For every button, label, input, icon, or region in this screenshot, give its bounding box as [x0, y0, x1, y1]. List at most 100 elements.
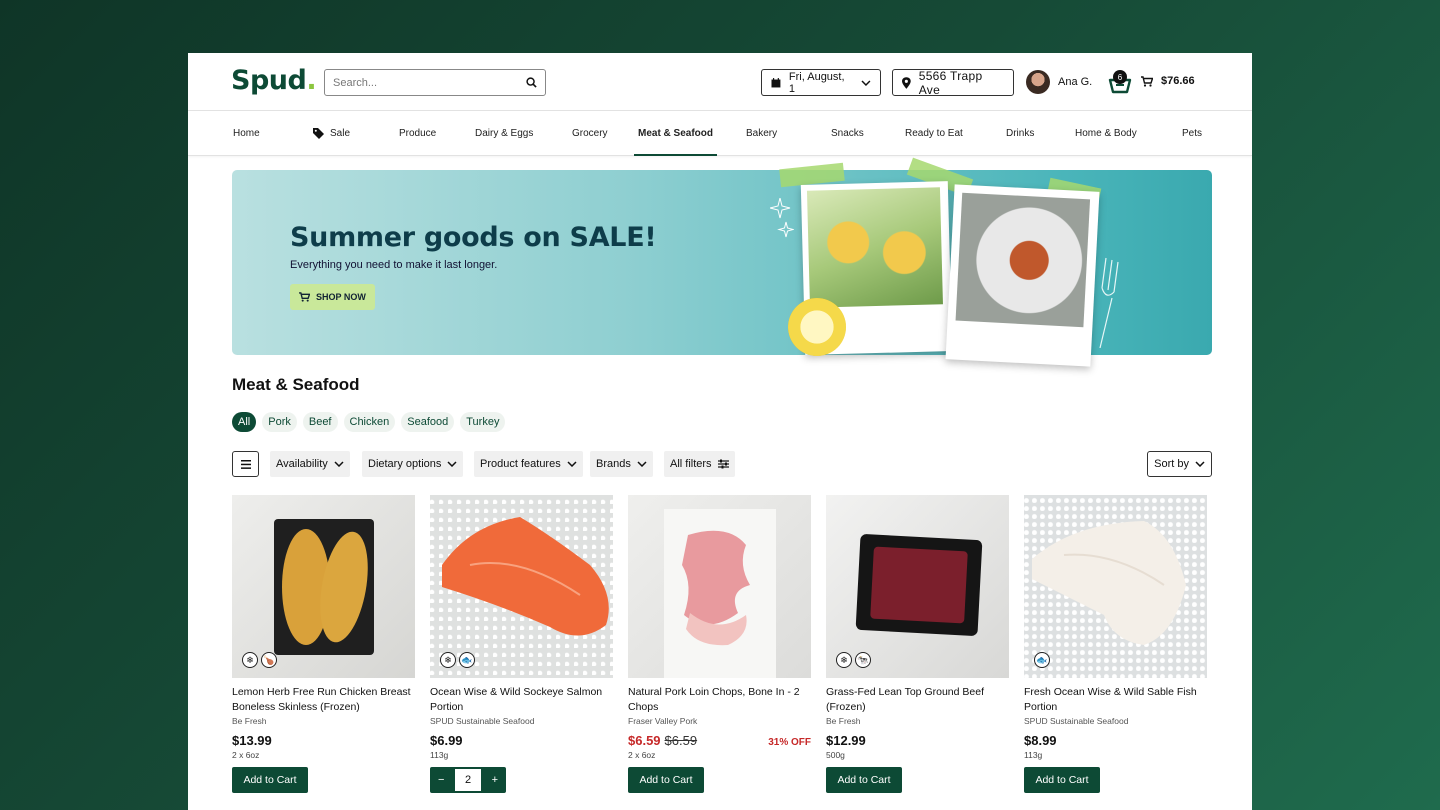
chip-beef[interactable]: Beef: [302, 412, 338, 432]
product-size: 2 x 6oz: [232, 750, 260, 760]
filter-product-features[interactable]: Product features: [474, 451, 583, 477]
skewers-photo: [945, 184, 1100, 367]
snowflake-icon: ❄: [440, 652, 456, 668]
search-input[interactable]: Search...: [324, 69, 546, 96]
nav-item-pets[interactable]: Pets: [1182, 111, 1202, 156]
quantity-value[interactable]: 2: [455, 769, 481, 791]
logo[interactable]: Spud.: [231, 65, 317, 96]
sparkle-icon: [770, 198, 794, 238]
nav-item-grocery[interactable]: Grocery: [572, 111, 608, 156]
skewers-photo-image: [955, 192, 1091, 328]
product-price-row: $6.99: [430, 733, 613, 748]
search-icon[interactable]: [526, 77, 537, 88]
sable-fish-image: [1032, 521, 1186, 645]
nav-item-label: Produce: [399, 128, 437, 139]
product-price: $8.99: [1024, 733, 1057, 748]
product-brand: SPUD Sustainable Seafood: [430, 716, 535, 726]
all-filters-button[interactable]: All filters: [664, 451, 735, 477]
product-image[interactable]: ❄ 🍗: [232, 495, 415, 678]
nav-item-home[interactable]: Home: [233, 111, 260, 156]
cow-icon: 🐄: [855, 652, 871, 668]
plus-icon[interactable]: +: [492, 774, 498, 786]
product-name[interactable]: Natural Pork Loin Chops, Bone In - 2 Cho…: [628, 685, 811, 715]
add-to-cart-button[interactable]: Add to Cart: [232, 767, 308, 793]
address-select[interactable]: 5566 Trapp Ave: [892, 69, 1014, 97]
nav-item-ready-to-eat[interactable]: Ready to Eat: [905, 111, 963, 156]
chip-seafood[interactable]: Seafood: [401, 412, 455, 432]
product-card[interactable]: ❄ 🐄 Grass-Fed Lean Top Ground Beef (Froz…: [826, 495, 1009, 793]
fork-icon: [1099, 257, 1119, 348]
nav-item-home-body[interactable]: Home & Body: [1075, 111, 1137, 156]
product-name[interactable]: Grass-Fed Lean Top Ground Beef (Frozen): [826, 685, 1009, 715]
drumstick-icon: 🍗: [261, 652, 277, 668]
shop-now-button[interactable]: SHOP NOW: [290, 284, 375, 310]
calendar-icon: [771, 77, 781, 87]
product-image[interactable]: 🐟: [1024, 495, 1207, 678]
pork-chops-image: [664, 509, 776, 678]
product-name[interactable]: Ocean Wise & Wild Sockeye Salmon Portion: [430, 685, 613, 715]
nav-item-drinks[interactable]: Drinks: [1006, 111, 1034, 156]
product-size: 113g: [1024, 750, 1043, 760]
user-menu[interactable]: Ana G.: [1026, 70, 1092, 94]
nav-item-snacks[interactable]: Snacks: [831, 111, 864, 156]
cart-icon: [1141, 75, 1153, 87]
chip-pork[interactable]: Pork: [262, 412, 297, 432]
product-image[interactable]: ❄ 🐟: [430, 495, 613, 678]
product-badges: 🐟: [1034, 652, 1050, 668]
product-size: 2 x 6oz: [628, 750, 656, 760]
delivery-date-select[interactable]: Fri, August, 1: [761, 69, 881, 96]
chip-chicken[interactable]: Chicken: [343, 412, 396, 432]
product-card[interactable]: ❄ 🍗 Lemon Herb Free Run Chicken Breast B…: [232, 495, 415, 793]
nav-item-label: Home: [233, 128, 260, 139]
product-brand: Fraser Valley Pork: [628, 716, 698, 726]
nav-item-label: Dairy & Eggs: [475, 128, 534, 139]
nav-item-produce[interactable]: Produce: [399, 111, 436, 156]
nav-item-label: Drinks: [1006, 128, 1035, 139]
section-title: Meat & Seafood: [232, 375, 360, 394]
nav-item-sale[interactable]: Sale: [313, 111, 350, 156]
cart-button[interactable]: $76.66: [1141, 75, 1195, 87]
product-card[interactable]: ❄ 🐟 Ocean Wise & Wild Sockeye Salmon Por…: [430, 495, 613, 793]
lemon-decoration: [788, 298, 846, 356]
product-brand: Be Fresh: [232, 716, 267, 726]
chicken-breast-image: [274, 519, 374, 655]
add-to-cart-button[interactable]: Add to Cart: [1024, 767, 1100, 793]
all-filters-label: All filters: [670, 458, 712, 470]
snowflake-icon: ❄: [242, 652, 258, 668]
chevron-down-icon: [567, 461, 577, 467]
product-image[interactable]: ❄ 🐄: [826, 495, 1009, 678]
list-view-button[interactable]: [232, 451, 259, 477]
product-name[interactable]: Lemon Herb Free Run Chicken Breast Bonel…: [232, 685, 415, 715]
sliders-icon: [717, 459, 729, 469]
salmon-image: [442, 517, 609, 636]
add-to-cart-button[interactable]: Add to Cart: [628, 767, 704, 793]
user-name: Ana G.: [1058, 76, 1093, 88]
sort-select[interactable]: Sort by: [1147, 451, 1212, 477]
nav-item-dairy-eggs[interactable]: Dairy & Eggs: [475, 111, 533, 156]
chip-turkey[interactable]: Turkey: [460, 412, 506, 432]
filter-availability[interactable]: Availability: [270, 451, 350, 477]
chip-all[interactable]: All: [232, 412, 257, 432]
banner-title: Summer goods on SALE!: [290, 222, 657, 253]
product-card[interactable]: 🐟 Fresh Ocean Wise & Wild Sable Fish Por…: [1024, 495, 1207, 793]
nav-item-label: Ready to Eat: [905, 128, 963, 139]
filter-label: Product features: [480, 458, 561, 470]
product-image[interactable]: [628, 495, 811, 678]
nav-item-bakery[interactable]: Bakery: [746, 111, 777, 156]
chevron-down-icon: [637, 461, 647, 467]
product-card[interactable]: Natural Pork Loin Chops, Bone In - 2 Cho…: [628, 495, 811, 793]
fish-icon: 🐟: [1034, 652, 1050, 668]
product-price-row: $6.59 $6.59 31% OFF: [628, 733, 811, 748]
product-price: $12.99: [826, 733, 866, 748]
filter-dietary-options[interactable]: Dietary options: [362, 451, 464, 477]
add-to-cart-button[interactable]: Add to Cart: [826, 767, 902, 793]
minus-icon[interactable]: −: [438, 774, 444, 786]
nav-item-meat-seafood[interactable]: Meat & Seafood: [633, 111, 718, 156]
product-name[interactable]: Fresh Ocean Wise & Wild Sable Fish Porti…: [1024, 685, 1207, 715]
product-grid: ❄ 🍗 Lemon Herb Free Run Chicken Breast B…: [232, 495, 1212, 810]
cart-icon: [299, 292, 310, 302]
quantity-stepper[interactable]: − 2 +: [430, 767, 506, 793]
shop-now-label: SHOP NOW: [316, 292, 366, 302]
nav-item-label: Snacks: [831, 128, 864, 139]
filter-brands[interactable]: Brands: [590, 451, 653, 477]
